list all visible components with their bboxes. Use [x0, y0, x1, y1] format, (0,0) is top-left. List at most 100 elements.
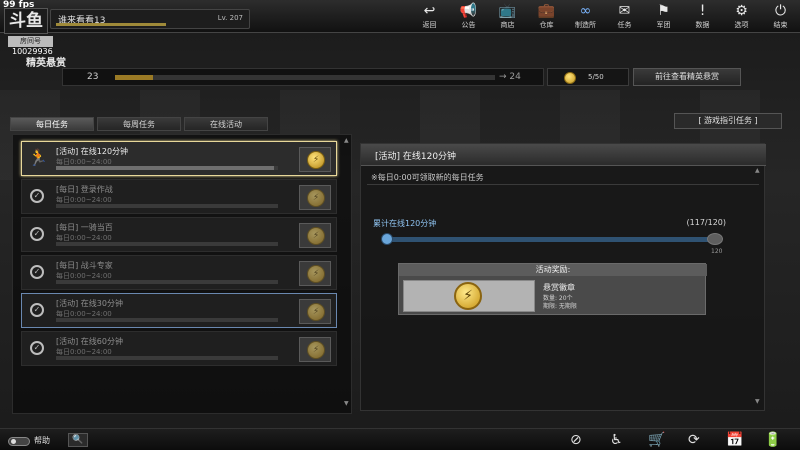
flag-icon: ⚑	[657, 3, 670, 19]
mission-progress-track	[56, 242, 278, 246]
bounty-coin-counter: 5/50	[547, 68, 629, 86]
rank-progress-fill	[115, 75, 153, 80]
nav-storage[interactable]: 💼 仓库	[527, 0, 566, 33]
mission-list: 🏃 [活动] 在线120分钟 每日0:00~24:00 ⚡ ✓ [每日] 登录作…	[12, 134, 352, 414]
list-scroll-down-icon[interactable]: ▼	[344, 400, 349, 407]
detail-scroll-down-icon[interactable]: ▼	[755, 398, 760, 405]
nav-notice[interactable]: 📢 公告	[449, 0, 488, 33]
nav-stats[interactable]: ! 数据	[683, 0, 722, 33]
bounty-coin-icon: ⚡	[307, 151, 325, 169]
guide-missions-button[interactable]: [ 游戏指引任务 ]	[674, 113, 782, 129]
mission-item[interactable]: ✓ [活动] 在线60分钟 每日0:00~24:00 ⚡	[21, 331, 337, 366]
mission-title: [每日] 一骑当百	[56, 223, 113, 232]
nav-exit[interactable]: ⏻ 结束	[761, 0, 800, 33]
tab-daily[interactable]: 每日任务	[10, 117, 94, 131]
mission-reward-slot: ⚡	[299, 261, 331, 286]
rank-progress-panel: 23 → 24	[62, 68, 544, 86]
rank-current: 23	[87, 72, 99, 82]
mission-title: [活动] 在线60分钟	[56, 337, 123, 346]
mission-reward-slot: ⚡	[299, 299, 331, 324]
checkmark-icon: ✓	[30, 227, 44, 241]
bounty-coin-icon: ⚡	[307, 227, 325, 245]
progress-label: 累计在线120分钟	[373, 219, 437, 228]
mission-reward-slot: ⚡	[299, 185, 331, 210]
list-scroll-up-icon[interactable]: ▲	[344, 137, 349, 144]
nav-shop[interactable]: 📺 商店	[488, 0, 527, 33]
tab-weekly[interactable]: 每周任务	[97, 117, 181, 131]
mission-item[interactable]: ✓ [活动] 在线30分钟 每日0:00~24:00 ⚡	[21, 293, 337, 328]
page-title: 精英悬赏	[26, 58, 66, 69]
nav-label: 任务	[617, 21, 632, 29]
search-icon[interactable]: 🔍	[68, 433, 88, 447]
detail-note: ※每日0:00可领取新的每日任务	[371, 173, 484, 182]
help-toggle[interactable]	[8, 437, 30, 446]
megaphone-icon: 📢	[459, 3, 478, 19]
detail-divider	[367, 184, 759, 185]
soldier-icon[interactable]: ♿	[610, 432, 623, 448]
detail-header: [活动] 在线120分钟	[361, 144, 766, 166]
compass-icon[interactable]: ⊘	[570, 432, 582, 448]
nav-label: 结束	[773, 21, 788, 29]
mission-reward-slot: ⚡	[299, 223, 331, 248]
player-info[interactable]: 谁来看看13 Lv. 207	[50, 9, 250, 29]
back-icon: ↩	[423, 3, 436, 19]
mission-item[interactable]: ✓ [每日] 登录作战 每日0:00~24:00 ⚡	[21, 179, 337, 214]
detail-scroll-up-icon[interactable]: ▲	[755, 167, 760, 174]
bounty-coin-icon: ⚡	[307, 303, 325, 321]
progress-end-knob	[707, 233, 723, 245]
mission-item[interactable]: ✓ [每日] 一骑当百 每日0:00~24:00 ⚡	[21, 217, 337, 252]
room-tag: 房间号	[8, 36, 53, 47]
bounty-badge-icon: ⚡	[454, 282, 482, 310]
refresh-icon[interactable]: ⟳	[688, 432, 700, 448]
checkmark-icon: ✓	[30, 189, 44, 203]
tv-icon: 📺	[498, 3, 517, 19]
bottom-bar: 帮助 🔍 ⊘ ♿ 🛒 ⟳ 📅 🔋	[0, 428, 800, 450]
mission-detail-panel: [活动] 在线120分钟 ※每日0:00可领取新的每日任务 累计在线120分钟 …	[360, 143, 766, 411]
mission-progress-track	[56, 166, 278, 170]
checkmark-icon: ✓	[30, 265, 44, 279]
progress-track	[387, 237, 717, 242]
coin-icon	[564, 72, 576, 84]
help-label: 帮助	[34, 436, 50, 445]
briefcase-icon: 💼	[537, 3, 556, 19]
mission-progress-track	[56, 318, 278, 322]
elite-bounty-button[interactable]: 前往查看精英悬赏	[633, 68, 741, 86]
nav-label: 商店	[500, 21, 515, 29]
infinity-icon: ∞	[579, 3, 592, 19]
progress-count: (117/120)	[686, 218, 726, 227]
calendar-icon[interactable]: 📅	[726, 432, 743, 448]
nav-workshop[interactable]: ∞ 制造所	[566, 0, 605, 33]
envelope-icon: ✉	[618, 3, 631, 19]
battery-icon[interactable]: 🔋	[764, 432, 781, 448]
nav-label: 选项	[734, 21, 749, 29]
nav-back[interactable]: ↩ 返回	[410, 0, 449, 33]
bounty-coin-icon: ⚡	[307, 341, 325, 359]
nav-missions[interactable]: ✉ 任务	[605, 0, 644, 33]
top-bar: 99 fps 斗鱼 谁来看看13 Lv. 207 ↩ 返回 📢 公告 📺 商店 💼 仓库…	[0, 0, 800, 34]
mission-title: [活动] 在线120分钟	[56, 147, 129, 156]
progress-start-knob	[381, 233, 393, 245]
bounty-coin-icon: ⚡	[307, 189, 325, 207]
nav-label: 返回	[422, 21, 437, 29]
mission-tabs: 每日任务 每周任务 在线活动	[10, 117, 268, 131]
nav-label: 仓库	[539, 21, 554, 29]
reward-image: ⚡	[403, 280, 535, 312]
checkmark-icon: ✓	[30, 303, 44, 317]
mission-title: [每日] 登录作战	[56, 185, 113, 194]
nav-options[interactable]: ⚙ 选项	[722, 0, 761, 33]
running-soldier-icon: 🏃	[28, 148, 48, 167]
coin-count: 5/50	[588, 73, 604, 81]
nav-label: 军团	[656, 21, 671, 29]
reward-header: 活动奖励:	[399, 264, 707, 276]
player-xp-bar	[56, 23, 166, 26]
nav-clan[interactable]: ⚑ 军团	[644, 0, 683, 33]
power-icon: ⏻	[774, 3, 787, 19]
cart-icon[interactable]: 🛒	[648, 432, 665, 448]
checkmark-icon: ✓	[30, 341, 44, 355]
mission-item[interactable]: ✓ [每日] 战斗专家 每日0:00~24:00 ⚡	[21, 255, 337, 290]
mission-progress-track	[56, 204, 278, 208]
tab-online-event[interactable]: 在线活动	[184, 117, 268, 131]
mission-item[interactable]: 🏃 [活动] 在线120分钟 每日0:00~24:00 ⚡	[21, 141, 337, 176]
reward-expiry: 期限: 无期限	[543, 303, 577, 310]
mission-title: [每日] 战斗专家	[56, 261, 113, 270]
